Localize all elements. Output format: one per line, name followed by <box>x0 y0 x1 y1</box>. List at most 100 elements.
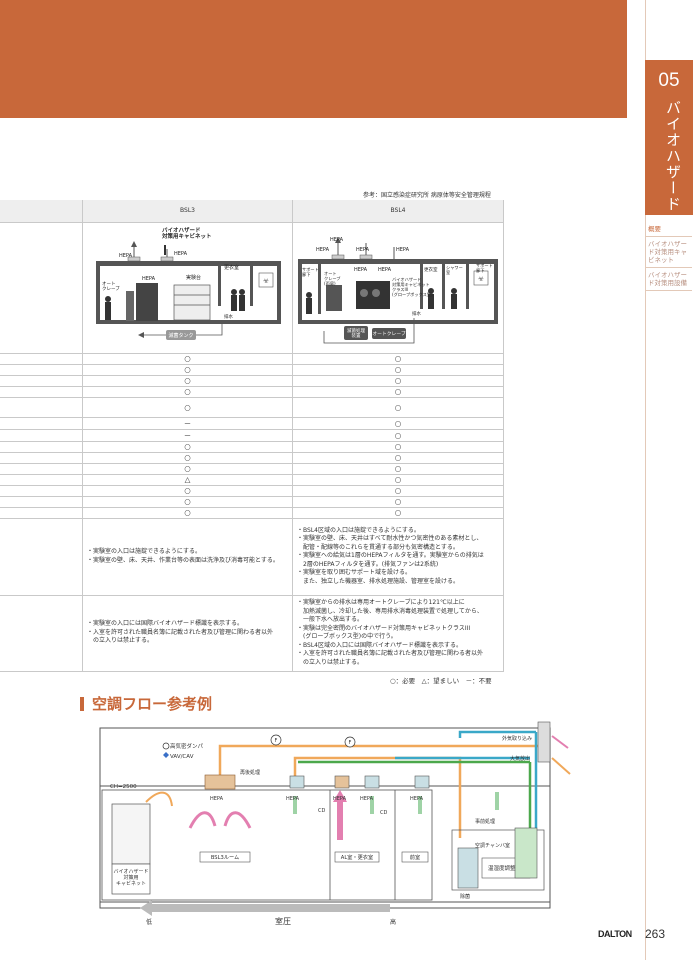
table-row: ○ ○ <box>0 353 504 365</box>
bsl3-cell: － <box>82 429 293 442</box>
table-row: ○ ○ <box>0 441 504 453</box>
row-label <box>0 417 83 430</box>
pressure-high: 高 <box>390 918 396 926</box>
brand-logo: DALTON <box>598 929 632 939</box>
bsl4-cell: ○ <box>292 496 504 508</box>
source-note: 参考：国立感染症研究所 病原体等安全管理規程 <box>363 192 491 199</box>
bsl3-bench: 実験台 <box>186 274 201 281</box>
structure-bsl3: ・実験室の入口は施錠できるようにする。 ・実験室の壁、床、天井、作業台等の表面は… <box>82 518 293 596</box>
legend-damper: 高気密ダンパ <box>170 742 204 750</box>
table-row: ○ ○ <box>0 507 504 519</box>
bsl-table: BSL3 BSL4 ☣ 滅菌タンク バイオハザード対策用キャビネット HEPA … <box>0 200 504 672</box>
page-number: 263 <box>645 927 666 941</box>
row-label <box>0 364 83 376</box>
bsl3-cell: ○ <box>82 507 293 519</box>
row-label <box>0 375 83 387</box>
hepa-4: HEPA <box>360 796 374 802</box>
operation-bsl4: ・実験室からの排水は専用オートクレーブにより121℃以上に 加熱滅菌し、冷却した… <box>292 595 504 672</box>
table-row: ○ ○ <box>0 386 504 398</box>
room-bsl3: BSL3ルーム <box>211 854 239 861</box>
bsl4-drain: 排水 <box>412 310 421 317</box>
svg-text:☣: ☣ <box>262 277 268 285</box>
bsl3-diagram: ☣ 滅菌タンク バイオハザード対策用キャビネット HEPA HEPA HEPA … <box>95 227 281 340</box>
bsl3-locker: 更衣室 <box>224 264 239 271</box>
bsl4-cell: ○ <box>292 452 504 464</box>
bsl4-cabinet-label: バイオハザード対策用キャビネットクラスIII (グローブボックス型) <box>392 277 433 298</box>
bsl4-hepa-top: HEPA <box>330 237 344 243</box>
bsl4-hepa-cab: HEPA <box>354 267 368 273</box>
side-nav-item-equipment[interactable]: バイオハザード対策用設備 <box>646 268 692 291</box>
bsl3-tank-label: 滅菌タンク <box>168 332 193 339</box>
pre-treatment: 事前処理 <box>475 818 495 825</box>
fan-1: F <box>275 738 278 744</box>
bsl3-cell: ○ <box>82 364 293 376</box>
table-header-bsl4: BSL4 <box>292 200 504 223</box>
table-row: ○ ○ <box>0 463 504 475</box>
post-treatment: 再後処理 <box>240 769 260 776</box>
row-label <box>0 463 83 475</box>
bsl4-support-right: サポート廊下 <box>476 262 493 274</box>
row-label <box>0 353 83 365</box>
chamber-label: 空調チャンバ室 <box>475 842 510 849</box>
bsl4-autoclave: オートクレーブ(両扉) <box>324 271 341 287</box>
row-label <box>0 474 83 486</box>
table-row: ○ ○ <box>0 485 504 497</box>
bsl4-cell: ○ <box>292 417 504 430</box>
bsl4-cell: ○ <box>292 429 504 442</box>
bsl4-cell: ○ <box>292 463 504 475</box>
bsl4-hepa-left: HEPA <box>316 247 330 253</box>
structure-row-label <box>0 518 83 596</box>
pressure-low: 低 <box>146 918 152 926</box>
row-label <box>0 485 83 497</box>
section-number: 05 <box>658 70 680 91</box>
bsl4-hepa-mid: HEPA <box>356 247 370 253</box>
side-nav-item-overview[interactable]: 概要 <box>646 222 692 237</box>
bsl3-hepa-right: HEPA <box>174 251 188 257</box>
diagram-row-label <box>0 222 83 354</box>
hepa-2: HEPA <box>286 796 300 802</box>
row-label <box>0 429 83 442</box>
bsl3-hepa-left: HEPA <box>118 253 132 259</box>
room-al: AL室・更衣室 <box>341 853 373 861</box>
exhaust-label: 大気放出 <box>510 755 530 762</box>
svg-text:☣: ☣ <box>478 275 484 283</box>
bsl4-locker: 更衣室 <box>424 266 438 273</box>
bsl4-cell: ○ <box>292 397 504 418</box>
table-row: ○ ○ <box>0 364 504 376</box>
table-row: ○ ○ <box>0 375 504 387</box>
section-tab[interactable]: 05 バイオハザード <box>645 60 693 215</box>
bsl3-drain: 排水 <box>224 313 233 320</box>
bsl3-hepa-cabinet: HEPA <box>142 276 156 282</box>
bsl4-cell: ○ <box>292 485 504 497</box>
operation-bsl3: ・実験室の入口には国際バイオハザード標識を表示する。 ・入室を許可された職員名簿… <box>82 595 293 672</box>
bsl4-autoclave2: オートクレーブ <box>372 330 405 337</box>
pressure-label: 室圧 <box>275 916 291 926</box>
bsl3-cell: ○ <box>82 452 293 464</box>
bsl3-cell: ○ <box>82 463 293 475</box>
humidifier-label: 除菌 <box>460 893 470 900</box>
bsl4-hepa-right: HEPA <box>396 247 410 253</box>
side-nav: 概要 バイオハザード対策用キャビネット バイオハザード対策用設備 <box>646 222 692 291</box>
table-header-blank <box>0 200 83 223</box>
bsl3-autoclave: オートクレーブ <box>102 281 120 292</box>
operation-row-label <box>0 595 83 672</box>
bsl3-diagram-cell: ☣ 滅菌タンク バイオハザード対策用キャビネット HEPA HEPA HEPA … <box>82 222 293 354</box>
outdoor-intake: 外気取り込み <box>502 735 532 742</box>
table-legend: ○：必要 △：望ましい －：不要 <box>390 677 492 685</box>
bsl3-cell: ○ <box>82 353 293 365</box>
side-nav-item-cabinet[interactable]: バイオハザード対策用キャビネット <box>646 237 692 268</box>
table-row: － ○ <box>0 429 504 442</box>
bsl3-cell: ○ <box>82 375 293 387</box>
bsl3-cell: ○ <box>82 441 293 453</box>
heading-text: 空調フロー参考例 <box>92 695 213 713</box>
header-banner <box>0 0 627 118</box>
bsl3-cabinet-label: バイオハザード対策用キャビネット <box>161 227 212 240</box>
temp-control: 温湿度調整 <box>488 864 516 872</box>
bsl3-cell: △ <box>82 474 293 486</box>
fan-2: F <box>349 740 352 746</box>
table-row: △ ○ <box>0 474 504 486</box>
bsl4-hepa-cab2: HEPA <box>378 267 392 273</box>
bsl4-shower: シャワー室 <box>446 265 463 275</box>
bsl4-cell: ○ <box>292 364 504 376</box>
row-label <box>0 507 83 519</box>
